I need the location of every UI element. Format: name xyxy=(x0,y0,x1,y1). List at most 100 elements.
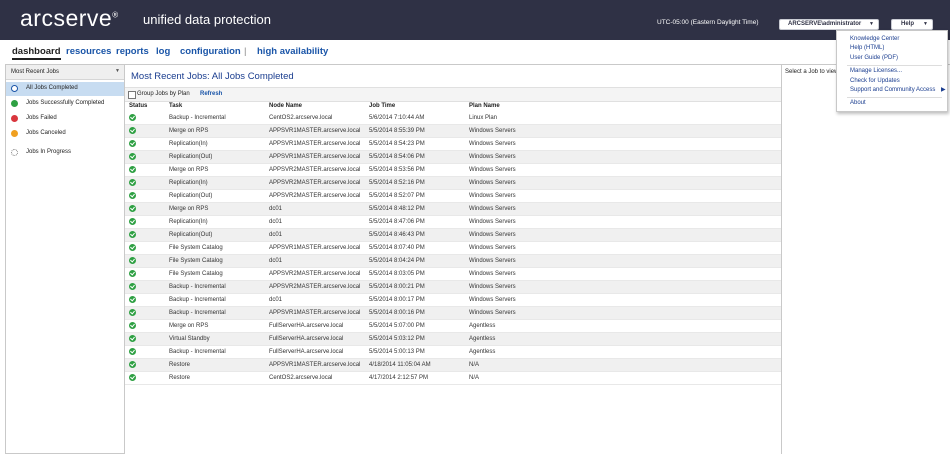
table-row[interactable]: Replication(In) APPSVR2MASTER.arcserve.lo… xyxy=(125,177,781,190)
menu-item-knowledge-center[interactable]: Knowledge Center xyxy=(850,36,899,42)
table-row[interactable]: Replication(Out) dc01 5/5/2014 8:46:43 PM W… xyxy=(125,229,781,242)
canceled-icon xyxy=(11,130,18,137)
plan-name-cell: Windows Servers xyxy=(469,310,516,316)
chevron-right-icon: ▶ xyxy=(941,87,946,93)
success-status-icon xyxy=(129,166,136,173)
table-row[interactable]: Backup - Incremental dc01 5/5/2014 8:00:17… xyxy=(125,294,781,307)
success-status-icon xyxy=(129,179,136,186)
task-cell: File System Catalog xyxy=(169,258,223,264)
task-cell: Replication(Out) xyxy=(169,154,213,160)
jobs-toolbar: Group Jobs by Plan Refresh xyxy=(125,87,781,102)
group-by-plan-label: Group Jobs by Plan xyxy=(137,91,190,97)
plan-name-cell: Linux Plan xyxy=(469,115,498,121)
menu-item-check-updates[interactable]: Check for Updates xyxy=(850,78,900,84)
success-status-icon xyxy=(129,296,136,303)
task-cell: File System Catalog xyxy=(169,245,223,251)
success-status-icon xyxy=(129,153,136,160)
menu-item-about[interactable]: About xyxy=(850,100,866,106)
success-status-icon xyxy=(129,231,136,238)
table-row[interactable]: File System Catalog dc01 5/5/2014 8:04:24 … xyxy=(125,255,781,268)
timezone-label: UTC-05:00 (Eastern Daylight Time) xyxy=(657,19,759,26)
menu-item-manage-licenses[interactable]: Manage Licenses... xyxy=(850,68,902,74)
task-cell: Restore xyxy=(169,375,191,381)
refresh-button[interactable]: Refresh xyxy=(200,91,222,97)
node-name-cell: APPSVR2MASTER.arcserve.local xyxy=(269,180,361,186)
menu-item-user-guide-pdf[interactable]: User Guide (PDF) xyxy=(850,55,898,61)
node-name-cell: dc01 xyxy=(269,232,283,238)
filter-jobs-failed[interactable]: Jobs Failed xyxy=(6,112,124,126)
table-row[interactable]: Backup - Incremental CentOS2.arcserve.loc… xyxy=(125,112,781,125)
column-header-task[interactable]: Task xyxy=(169,103,182,109)
chevron-down-icon: ▼ xyxy=(869,21,874,27)
success-status-icon xyxy=(129,192,136,199)
success-status-icon xyxy=(129,140,136,147)
plan-name-cell: Agentless xyxy=(469,323,496,329)
menu-divider xyxy=(847,97,942,98)
tab-configuration[interactable]: configuration xyxy=(180,46,241,57)
menu-item-support-community[interactable]: Support and Community Access xyxy=(850,87,935,93)
node-name-cell: dc01 xyxy=(269,297,283,303)
column-header-plan-name[interactable]: Plan Name xyxy=(469,103,500,109)
success-status-icon xyxy=(129,270,136,277)
table-row[interactable]: File System Catalog APPSVR1MASTER.arcserv… xyxy=(125,242,781,255)
job-time-cell: 5/5/2014 8:47:06 PM xyxy=(369,219,425,225)
table-row[interactable]: Backup - Incremental FullServerHA.arcserv… xyxy=(125,346,781,359)
table-row[interactable]: Backup - Incremental APPSVR2MASTER.arcser… xyxy=(125,281,781,294)
table-row[interactable]: Backup - Incremental APPSVR1MASTER.arcser… xyxy=(125,307,781,320)
jobs-panel: Most Recent Jobs: All Jobs Completed Gro… xyxy=(125,64,781,454)
menu-divider xyxy=(847,65,942,66)
table-row[interactable]: Replication(In) dc01 5/5/2014 8:47:06 PM Wi… xyxy=(125,216,781,229)
success-status-icon xyxy=(129,361,136,368)
node-name-cell: APPSVR1MASTER.arcserve.local xyxy=(269,362,361,368)
table-row[interactable]: Merge on RPS FullServerHA.arcserve.local 5… xyxy=(125,320,781,333)
tab-log[interactable]: log xyxy=(156,46,170,57)
node-name-cell: FullServerHA.arcserve.local xyxy=(269,336,344,342)
job-time-cell: 5/5/2014 8:04:24 PM xyxy=(369,258,425,264)
menu-item-help-html[interactable]: Help (HTML) xyxy=(850,45,884,51)
top-header: arcserve® unified data protection UTC-05… xyxy=(0,0,950,40)
table-row[interactable]: Virtual Standby FullServerHA.arcserve.loc… xyxy=(125,333,781,346)
filter-jobs-in-progress[interactable]: Jobs In Progress xyxy=(6,146,124,160)
table-row[interactable]: Restore CentOS2.arcserve.local 4/17/2014 2… xyxy=(125,372,781,385)
job-time-cell: 5/5/2014 8:53:56 PM xyxy=(369,167,425,173)
node-name-cell: APPSVR2MASTER.arcserve.local xyxy=(269,271,361,277)
table-row[interactable]: Merge on RPS APPSVR1MASTER.arcserve.local… xyxy=(125,125,781,138)
plan-name-cell: Windows Servers xyxy=(469,180,516,186)
plan-name-cell: Windows Servers xyxy=(469,219,516,225)
success-status-icon xyxy=(129,244,136,251)
tab-high-availability[interactable]: high availability xyxy=(257,46,328,57)
job-details-panel: Select a Job to view xyxy=(781,64,950,454)
table-row[interactable]: Merge on RPS APPSVR2MASTER.arcserve.local… xyxy=(125,164,781,177)
column-header-job-time[interactable]: Job Time xyxy=(369,103,395,109)
chevron-down-icon: ▼ xyxy=(923,21,928,27)
column-header-status[interactable]: Status xyxy=(129,103,147,109)
plan-name-cell: Windows Servers xyxy=(469,258,516,264)
node-name-cell: APPSVR1MASTER.arcserve.local xyxy=(269,154,361,160)
job-time-cell: 5/5/2014 8:52:16 PM xyxy=(369,180,425,186)
tab-resources[interactable]: resources xyxy=(66,46,111,57)
filter-jobs-canceled[interactable]: Jobs Canceled xyxy=(6,127,124,141)
job-type-dropdown[interactable]: Most Recent Jobs ▼ xyxy=(6,65,124,80)
task-cell: Replication(In) xyxy=(169,180,208,186)
tab-reports[interactable]: reports xyxy=(116,46,149,57)
user-menu-button[interactable]: ARCSERVE\administrator ▼ xyxy=(779,19,879,30)
all-jobs-icon xyxy=(11,85,18,92)
jobs-table-header: Status Task Node Name Job Time Plan Name xyxy=(125,101,781,111)
table-row[interactable]: Replication(In) APPSVR1MASTER.arcserve.lo… xyxy=(125,138,781,151)
table-row[interactable]: Restore APPSVR1MASTER.arcserve.local 4/18/… xyxy=(125,359,781,372)
filter-jobs-successful[interactable]: Jobs Successfully Completed xyxy=(6,97,124,111)
plan-name-cell: Windows Servers xyxy=(469,271,516,277)
task-cell: Replication(In) xyxy=(169,141,208,147)
group-by-plan-checkbox[interactable] xyxy=(128,91,136,99)
plan-name-cell: N/A xyxy=(469,362,480,368)
tab-dashboard[interactable]: dashboard xyxy=(12,46,61,60)
column-header-node-name[interactable]: Node Name xyxy=(269,103,302,109)
table-row[interactable]: Merge on RPS dc01 5/5/2014 8:48:12 PM Windo… xyxy=(125,203,781,216)
plan-name-cell: Windows Servers xyxy=(469,284,516,290)
filter-all-jobs-completed[interactable]: All Jobs Completed xyxy=(6,82,124,96)
job-time-cell: 5/5/2014 8:54:06 PM xyxy=(369,154,425,160)
table-row[interactable]: Replication(Out) APPSVR2MASTER.arcserve.l… xyxy=(125,190,781,203)
help-menu-button[interactable]: Help ▼ xyxy=(891,19,933,30)
table-row[interactable]: Replication(Out) APPSVR1MASTER.arcserve.l… xyxy=(125,151,781,164)
table-row[interactable]: File System Catalog APPSVR2MASTER.arcserv… xyxy=(125,268,781,281)
